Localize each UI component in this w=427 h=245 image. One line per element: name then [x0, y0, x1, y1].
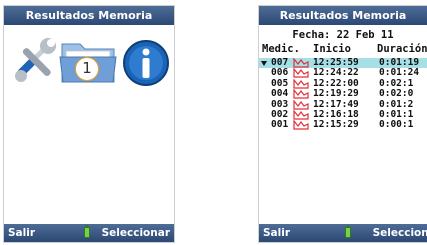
selection-number-badge: 1 [75, 57, 99, 81]
records-screen: Resultados Memoria Fecha: 22 Feb 11 Medi… [258, 5, 427, 243]
screen-title: Resultados Memoria [259, 6, 427, 25]
menu-screen: Resultados Memoria 1 Salir Seleccionar [3, 5, 175, 243]
exit-softkey[interactable]: Salir [8, 224, 35, 242]
trend-chart-icon [293, 109, 309, 120]
softkey-bar: Salir Seleccionar [4, 224, 174, 242]
screen-title: Resultados Memoria [4, 6, 174, 25]
exit-softkey[interactable]: Salir [263, 224, 290, 242]
trend-chart-icon [293, 99, 309, 110]
records-list: 007 12:25:59 0:01:19 006 12:24:22 0:01:2… [259, 57, 427, 131]
column-header-start: Inicio [313, 43, 351, 55]
trend-chart-icon [293, 78, 309, 89]
record-number: 001 [271, 119, 289, 131]
trend-chart-icon [293, 89, 309, 99]
column-header-duration: Duración [377, 43, 427, 55]
record-row[interactable]: 001 12:15:29 0:00:1 [259, 119, 427, 131]
select-softkey[interactable]: Seleccionar [373, 224, 427, 242]
trend-chart-icon [293, 68, 309, 78]
column-header-medic: Medic. [262, 43, 300, 55]
selected-arrow-icon [261, 61, 267, 66]
record-duration: 0:00:1 [379, 119, 414, 131]
tools-icon[interactable] [11, 35, 59, 85]
record-row[interactable]: 004 12:19:29 0:02:0 [259, 88, 427, 99]
trend-chart-icon [293, 120, 309, 130]
date-label: Fecha: 22 Feb 11 [292, 29, 394, 41]
battery-icon [84, 225, 90, 238]
battery-icon [345, 225, 351, 238]
softkey-bar: Salir Seleccionar [259, 224, 427, 242]
trend-chart-icon [293, 58, 309, 68]
info-icon[interactable] [122, 39, 170, 87]
select-softkey[interactable]: Seleccionar [102, 224, 170, 242]
record-start-time: 12:15:29 [313, 119, 359, 131]
